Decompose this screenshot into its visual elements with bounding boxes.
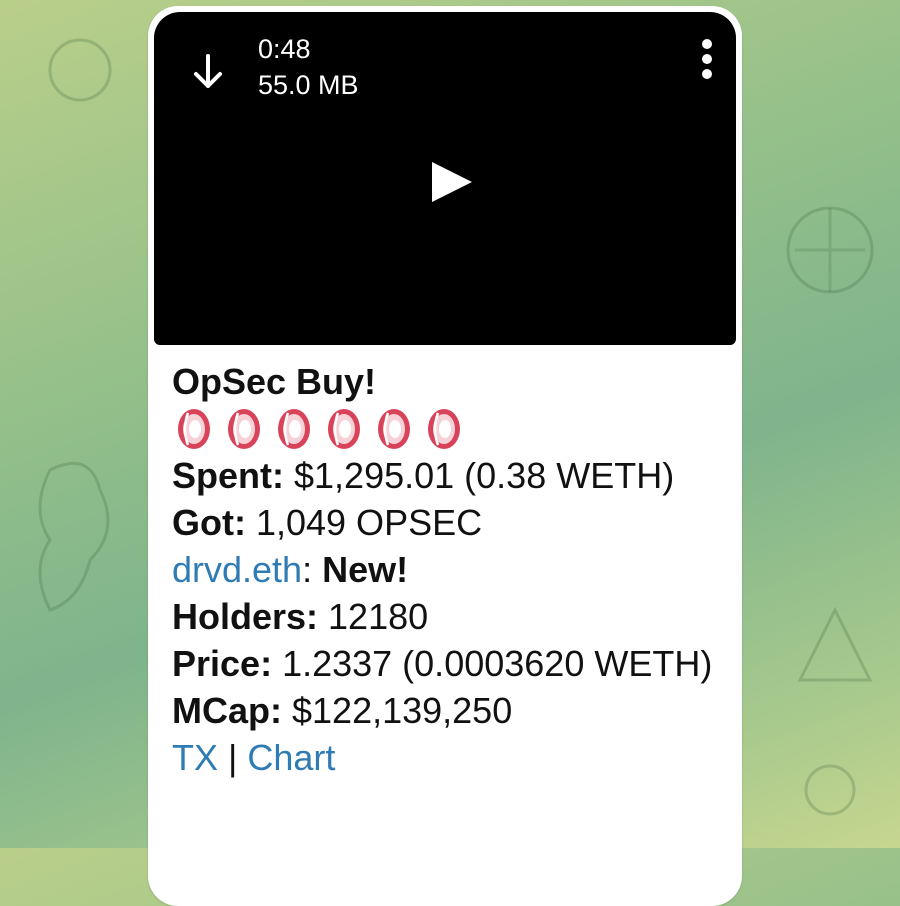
got-value: 1,049 OPSEC — [245, 502, 483, 543]
wallpaper-doodle-icon — [786, 206, 874, 294]
message-title: OpSec Buy! — [172, 361, 377, 402]
wallpaper-doodle-icon — [48, 38, 112, 102]
holders-line: Holders: 12180 — [172, 593, 732, 640]
mcap-value: $122,139,250 — [282, 690, 513, 731]
spent-label: Spent: — [172, 455, 284, 496]
wallpaper-doodle-icon — [38, 461, 110, 612]
holders-label: Holders: — [172, 596, 319, 637]
wallpaper-doodle-icon — [797, 606, 873, 682]
lifebuoy-ring-emoji — [278, 408, 310, 449]
spent-line: Spent: $1,295.01 (0.38 WETH) — [172, 452, 732, 499]
video-file-size: 55.0 MB — [258, 70, 359, 100]
video-duration: 0:48 — [258, 34, 311, 64]
play-icon[interactable] — [422, 157, 482, 207]
lifebuoy-ring-emoji — [228, 408, 260, 449]
got-line: Got: 1,049 OPSEC — [172, 499, 732, 546]
message-bubble: 0:48 55.0 MB OpSec Buy! Spent: $1,295.01… — [148, 6, 742, 906]
mcap-label: MCap: — [172, 690, 282, 731]
buyer-link[interactable]: drvd.eth — [172, 549, 302, 590]
price-line: Price: 1.2337 (0.0003620 WETH) — [172, 640, 732, 687]
video-player[interactable]: 0:48 55.0 MB — [154, 12, 736, 345]
tx-link[interactable]: TX — [172, 737, 218, 778]
download-icon[interactable] — [190, 52, 226, 92]
price-value: 1.2337 (0.0003620 WETH) — [272, 643, 713, 684]
spent-value: $1,295.01 (0.38 WETH) — [284, 455, 675, 496]
got-label: Got: — [172, 502, 246, 543]
buyer-separator: : — [302, 549, 323, 590]
message-text: OpSec Buy! Spent: $1,295.01 (0.38 WETH) … — [172, 358, 732, 781]
buyer-status: New! — [322, 549, 409, 590]
buyer-line: drvd.eth: New! — [172, 546, 732, 593]
holders-value: 12180 — [318, 596, 429, 637]
price-label: Price: — [172, 643, 273, 684]
lifebuoy-ring-emoji — [328, 408, 360, 449]
links-separator: | — [218, 737, 248, 778]
wallpaper-doodle-icon — [804, 764, 856, 816]
mcap-line: MCap: $122,139,250 — [172, 687, 732, 734]
links-line: TX | Chart — [172, 734, 732, 781]
emoji-row — [172, 405, 732, 452]
lifebuoy-ring-emoji — [428, 408, 460, 449]
more-menu-icon[interactable] — [692, 36, 722, 86]
lifebuoy-ring-emoji — [378, 408, 410, 449]
lifebuoy-ring-emoji — [178, 408, 210, 449]
chart-link[interactable]: Chart — [247, 737, 335, 778]
